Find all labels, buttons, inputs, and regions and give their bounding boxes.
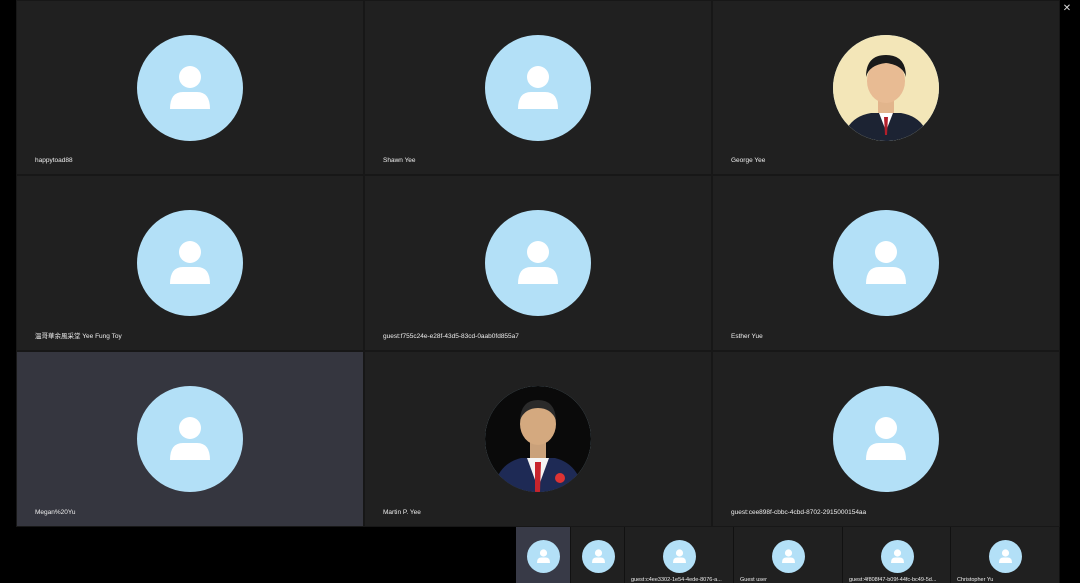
- default-person-icon: [581, 540, 615, 573]
- strip-thumb[interactable]: guest:4f808f47-b09f-44fc-bc49-5d...: [843, 527, 951, 583]
- default-person-icon: [137, 210, 243, 316]
- default-person-icon: [833, 210, 939, 316]
- participant-tile-active[interactable]: Megan%20Yu: [16, 351, 364, 527]
- participant-name: George Yee: [731, 157, 766, 164]
- default-person-icon: [663, 540, 696, 573]
- participant-strip: guest:c4ee3302-1e54-4ede-8076-a... Guest…: [516, 527, 1060, 583]
- participant-tile[interactable]: happytoad88: [16, 0, 364, 175]
- default-person-icon: [485, 210, 591, 316]
- default-person-icon: [833, 386, 939, 492]
- strip-thumb[interactable]: guest:c4ee3302-1e54-4ede-8076-a...: [625, 527, 734, 583]
- participant-name: Martin P. Yee: [383, 509, 421, 516]
- participant-name: guest:cee898f-cbbc-4cbd-8702-2915000154a…: [731, 509, 867, 516]
- default-person-icon: [772, 540, 805, 573]
- strip-thumb-active[interactable]: [516, 527, 571, 583]
- participant-tile[interactable]: Esther Yue: [712, 175, 1060, 351]
- participant-name: happytoad88: [35, 157, 73, 164]
- default-person-icon: [137, 386, 243, 492]
- participant-tile[interactable]: George Yee: [712, 0, 1060, 175]
- participant-name: Megan%20Yu: [35, 509, 76, 516]
- strip-name: guest:4f808f47-b09f-44fc-bc49-5d...: [849, 577, 937, 583]
- default-person-icon: [989, 540, 1022, 573]
- strip-thumb[interactable]: Christopher Yu: [951, 527, 1060, 583]
- participant-tile[interactable]: Shawn Yee: [364, 0, 712, 175]
- strip-thumb[interactable]: [571, 527, 625, 583]
- strip-name: guest:c4ee3302-1e54-4ede-8076-a...: [631, 577, 722, 583]
- participant-grid: happytoad88 Shawn Yee George Yee 溫哥華余風采堂…: [16, 0, 1060, 527]
- participant-name: guest:f755c24e-e28f-43d5-83cd-0aab0fd855…: [383, 333, 519, 340]
- participant-tile[interactable]: guest:cee898f-cbbc-4cbd-8702-2915000154a…: [712, 351, 1060, 527]
- profile-photo: [833, 35, 939, 141]
- profile-photo: [485, 386, 591, 492]
- default-person-icon: [137, 35, 243, 141]
- default-person-icon: [880, 540, 914, 573]
- strip-name: Christopher Yu: [957, 577, 994, 583]
- strip-name: Guest user: [740, 577, 767, 583]
- participant-name: Shawn Yee: [383, 157, 416, 164]
- participant-tile[interactable]: 溫哥華余風采堂 Yee Fung Toy: [16, 175, 364, 351]
- participant-tile[interactable]: Martin P. Yee: [364, 351, 712, 527]
- strip-thumb[interactable]: Guest user: [734, 527, 843, 583]
- default-person-icon: [527, 540, 560, 573]
- participant-name: 溫哥華余風采堂 Yee Fung Toy: [35, 333, 122, 340]
- participant-name: Esther Yue: [731, 333, 763, 340]
- participant-tile[interactable]: guest:f755c24e-e28f-43d5-83cd-0aab0fd855…: [364, 175, 712, 351]
- default-person-icon: [485, 35, 591, 141]
